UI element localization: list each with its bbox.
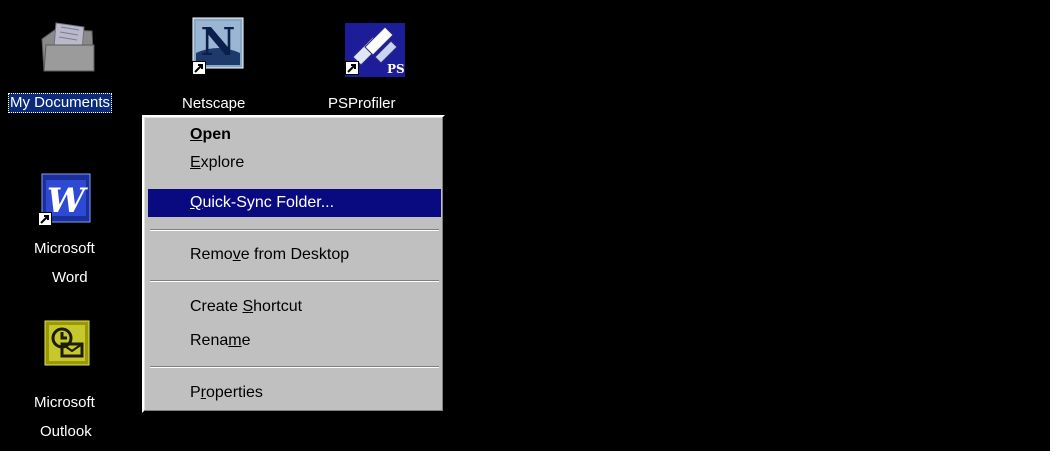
menu-item-open[interactable]: Open <box>148 121 441 149</box>
shortcut-arrow-icon <box>38 212 52 226</box>
word-label-line2: Word <box>52 269 88 286</box>
word-letter: W <box>47 181 88 221</box>
menu-item-rename[interactable]: Rename <box>148 327 441 355</box>
menu-separator <box>150 280 439 282</box>
shortcut-arrow-icon <box>192 61 206 75</box>
netscape-label: Netscape <box>182 95 246 112</box>
menu-item-create-shortcut[interactable]: Create Shortcut <box>148 293 441 321</box>
psprofiler-badge: PS <box>387 62 405 76</box>
menu-item-explore[interactable]: Explore <box>148 149 441 177</box>
desktop[interactable]: My Documents N Netscape PS PSProfiler W … <box>0 0 1050 451</box>
psprofiler-label: PSProfiler <box>328 95 396 112</box>
netscape-letter: N <box>201 19 236 64</box>
context-menu: Open Explore Quick-Sync Folder... Remove… <box>142 115 445 413</box>
my-documents-label: My Documents <box>8 93 113 113</box>
menu-item-properties[interactable]: Properties <box>148 379 441 407</box>
my-documents-icon <box>36 15 100 79</box>
outlook-icon <box>44 320 90 366</box>
shortcut-arrow-icon <box>345 61 359 75</box>
outlook-label-line1: Microsoft <box>34 394 95 411</box>
menu-separator <box>150 229 439 231</box>
menu-item-remove-from-desktop[interactable]: Remove from Desktop <box>148 241 441 269</box>
menu-item-quick-sync-folder[interactable]: Quick-Sync Folder... <box>148 189 441 217</box>
word-label-line1: Microsoft <box>34 240 95 257</box>
menu-separator <box>150 366 439 368</box>
outlook-label-line2: Outlook <box>40 423 92 440</box>
